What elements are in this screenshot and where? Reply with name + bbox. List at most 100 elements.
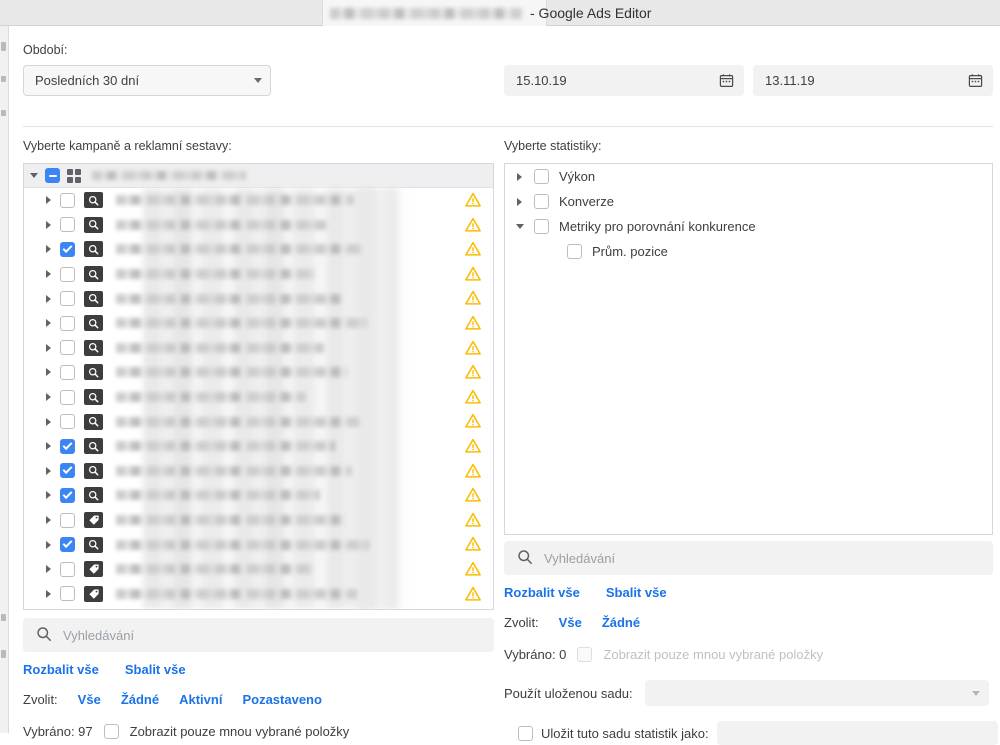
chevron-right-icon[interactable]: [46, 540, 51, 549]
tree-row[interactable]: [24, 508, 493, 533]
tree-header-row[interactable]: [24, 164, 493, 188]
tree-row[interactable]: [24, 409, 493, 434]
tree-row[interactable]: [24, 188, 493, 213]
chevron-right-icon[interactable]: [46, 516, 51, 525]
campaign-choose-all-link[interactable]: Vše: [78, 692, 101, 707]
chevron-right-icon[interactable]: [46, 220, 51, 229]
tree-row-checkbox[interactable]: [60, 512, 75, 528]
tree-row[interactable]: [24, 237, 493, 262]
metrics-choose-all-link[interactable]: Vše: [559, 615, 582, 630]
tree-row-checkbox[interactable]: [60, 537, 75, 553]
warning-triangle-icon[interactable]: [465, 340, 481, 356]
tree-row[interactable]: [24, 311, 493, 336]
tree-row[interactable]: [24, 385, 493, 410]
calendar-icon[interactable]: [719, 73, 734, 88]
magnifier-icon[interactable]: [84, 536, 103, 553]
campaign-collapse-all-link[interactable]: Sbalit vše: [125, 662, 186, 677]
warning-triangle-icon[interactable]: [465, 586, 481, 602]
chevron-right-icon[interactable]: [46, 442, 51, 451]
tree-row[interactable]: [24, 286, 493, 311]
tree-row-checkbox[interactable]: [60, 315, 75, 331]
metric-checkbox[interactable]: [534, 169, 549, 184]
tag-icon[interactable]: [84, 561, 103, 578]
tree-row[interactable]: [24, 262, 493, 287]
tree-row-checkbox[interactable]: [60, 389, 75, 405]
tree-row[interactable]: [24, 532, 493, 557]
campaign-choose-paused-link[interactable]: Pozastaveno: [242, 692, 321, 707]
magnifier-icon[interactable]: [84, 462, 103, 479]
tree-row-checkbox[interactable]: [60, 487, 75, 503]
chevron-down-icon[interactable]: [30, 173, 38, 178]
tree-row[interactable]: [24, 483, 493, 508]
magnifier-icon[interactable]: [84, 389, 103, 406]
chevron-right-icon[interactable]: [46, 294, 51, 303]
campaign-choose-none-link[interactable]: Žádné: [121, 692, 159, 707]
chevron-right-icon[interactable]: [46, 196, 51, 205]
tree-row[interactable]: [24, 557, 493, 582]
start-date-field[interactable]: 15.10.19: [504, 65, 744, 96]
tree-row[interactable]: [24, 434, 493, 459]
tree-row[interactable]: [24, 213, 493, 238]
save-stat-set-checkbox[interactable]: [518, 725, 533, 741]
warning-triangle-icon[interactable]: [465, 192, 481, 208]
magnifier-icon[interactable]: [84, 438, 103, 455]
tree-row-checkbox[interactable]: [60, 241, 75, 257]
metric-expand-toggle[interactable]: [515, 224, 524, 229]
magnifier-icon[interactable]: [84, 339, 103, 356]
magnifier-icon[interactable]: [84, 241, 103, 258]
magnifier-icon[interactable]: [84, 192, 103, 209]
warning-triangle-icon[interactable]: [465, 561, 481, 577]
metric-expand-toggle[interactable]: [515, 172, 524, 181]
chevron-right-icon[interactable]: [517, 172, 522, 181]
tree-row-checkbox[interactable]: [60, 586, 75, 602]
magnifier-icon[interactable]: [84, 216, 103, 233]
warning-triangle-icon[interactable]: [465, 463, 481, 479]
warning-triangle-icon[interactable]: [465, 266, 481, 282]
warning-triangle-icon[interactable]: [465, 241, 481, 257]
campaign-search-input[interactable]: Vyhledávání: [23, 618, 494, 652]
chevron-right-icon[interactable]: [46, 343, 51, 352]
tree-row-checkbox[interactable]: [60, 414, 75, 430]
tree-row[interactable]: [24, 582, 493, 607]
tree-row-checkbox[interactable]: [60, 340, 75, 356]
warning-triangle-icon[interactable]: [465, 438, 481, 454]
tag-icon[interactable]: [84, 585, 103, 602]
chevron-right-icon[interactable]: [46, 393, 51, 402]
period-range-select[interactable]: Posledních 30 dní: [23, 65, 271, 96]
magnifier-icon[interactable]: [84, 266, 103, 283]
metric-checkbox[interactable]: [534, 219, 549, 234]
save-stat-set-input[interactable]: [716, 721, 998, 745]
tree-row[interactable]: [24, 360, 493, 385]
metric-row[interactable]: Konverze: [505, 189, 992, 214]
tree-row-checkbox[interactable]: [60, 217, 75, 233]
magnifier-icon[interactable]: [84, 315, 103, 332]
chevron-right-icon[interactable]: [517, 197, 522, 206]
warning-triangle-icon[interactable]: [465, 487, 481, 503]
campaign-expand-all-link[interactable]: Rozbalit vše: [23, 662, 99, 677]
warning-triangle-icon[interactable]: [465, 536, 481, 552]
tree-row-checkbox[interactable]: [60, 364, 75, 380]
tree-row[interactable]: [24, 459, 493, 484]
magnifier-icon[interactable]: [84, 290, 103, 307]
chevron-right-icon[interactable]: [46, 417, 51, 426]
warning-triangle-icon[interactable]: [465, 315, 481, 331]
metric-row[interactable]: Výkon: [505, 164, 992, 189]
chevron-down-icon[interactable]: [515, 224, 524, 229]
chevron-right-icon[interactable]: [46, 466, 51, 475]
warning-triangle-icon[interactable]: [465, 389, 481, 405]
tree-row-checkbox[interactable]: [60, 291, 75, 307]
chevron-right-icon[interactable]: [46, 565, 51, 574]
chevron-right-icon[interactable]: [46, 270, 51, 279]
tree-row-checkbox[interactable]: [60, 463, 75, 479]
metrics-choose-none-link[interactable]: Žádné: [602, 615, 640, 630]
chevron-right-icon[interactable]: [46, 491, 51, 500]
metrics-tree-panel[interactable]: Výkon Konverze Metriky pro porovnání konku…: [504, 163, 993, 535]
metric-checkbox[interactable]: [534, 194, 549, 209]
campaign-tree-panel[interactable]: [23, 163, 494, 610]
chevron-right-icon[interactable]: [46, 319, 51, 328]
magnifier-icon[interactable]: [84, 487, 103, 504]
chevron-right-icon[interactable]: [46, 245, 51, 254]
end-date-field[interactable]: 13.11.19: [753, 65, 993, 96]
campaign-show-selected-only-checkbox[interactable]: [103, 724, 119, 739]
chevron-right-icon[interactable]: [46, 589, 51, 598]
